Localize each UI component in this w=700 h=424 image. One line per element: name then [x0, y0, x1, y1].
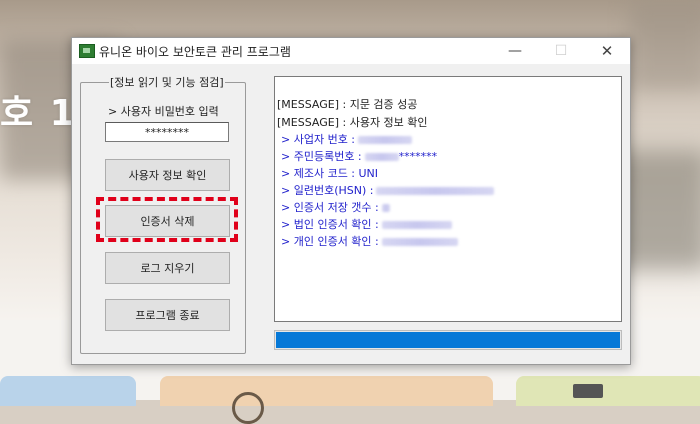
background-shape [630, 0, 700, 90]
title-bar[interactable]: 유니온 바이오 보안토큰 관리 프로그램 — ☐ ✕ [72, 38, 630, 64]
log-output[interactable]: [MESSAGE] : 지문 검증 성공 [MESSAGE] : 사용자 정보 … [274, 76, 622, 322]
log-detail-personal-cert: > 개인 인증서 확인 : [281, 233, 458, 249]
exit-program-button[interactable]: 프로그램 종료 [105, 299, 230, 331]
redacted-value [381, 221, 452, 229]
app-window: 유니온 바이오 보안토큰 관리 프로그램 — ☐ ✕ [정보 읽기 및 기능 점… [71, 37, 631, 365]
groupbox-legend: [정보 읽기 및 기능 점검] [109, 74, 225, 90]
log-detail-manufacturer-code: > 제조사 코드 : UNI [281, 167, 379, 180]
progress-fill [276, 332, 620, 348]
card-icon [573, 384, 603, 398]
redacted-value [381, 204, 390, 212]
log-line: [MESSAGE] : 지문 검증 성공 [277, 98, 418, 111]
log-detail-corporate-cert: > 법인 인증서 확인 : [281, 216, 452, 232]
log-line: [MESSAGE] : 사용자 정보 확인 [277, 116, 428, 129]
clear-log-button[interactable]: 로그 지우기 [105, 252, 230, 284]
app-icon [79, 44, 95, 58]
progress-bar [274, 330, 622, 350]
log-detail-cert-count: > 인증서 저장 갯수 : [281, 199, 390, 215]
minimize-button[interactable]: — [492, 38, 538, 64]
redacted-value [381, 238, 458, 246]
password-field[interactable] [105, 122, 229, 142]
redacted-value [358, 136, 413, 144]
close-button[interactable]: ✕ [584, 38, 630, 64]
delete-certificate-button[interactable]: 인증서 삭제 [105, 205, 230, 237]
user-info-button[interactable]: 사용자 정보 확인 [105, 159, 230, 191]
search-icon [232, 392, 264, 424]
maximize-button: ☐ [554, 43, 568, 59]
log-detail-resident-number: > 주민등록번호 : ******* [281, 150, 438, 163]
background-card-blue [0, 376, 136, 406]
log-detail-serial-number: > 일련번호(HSN) : [281, 182, 495, 198]
background-card-green [516, 376, 700, 406]
redacted-value [376, 187, 495, 195]
background-card-orange [160, 376, 493, 406]
window-title: 유니온 바이오 보안토큰 관리 프로그램 [99, 45, 291, 59]
redacted-value [364, 153, 399, 161]
password-label: > 사용자 비밀번호 입력 [108, 105, 219, 118]
log-detail-business-number: > 사업자 번호 : [281, 131, 413, 147]
